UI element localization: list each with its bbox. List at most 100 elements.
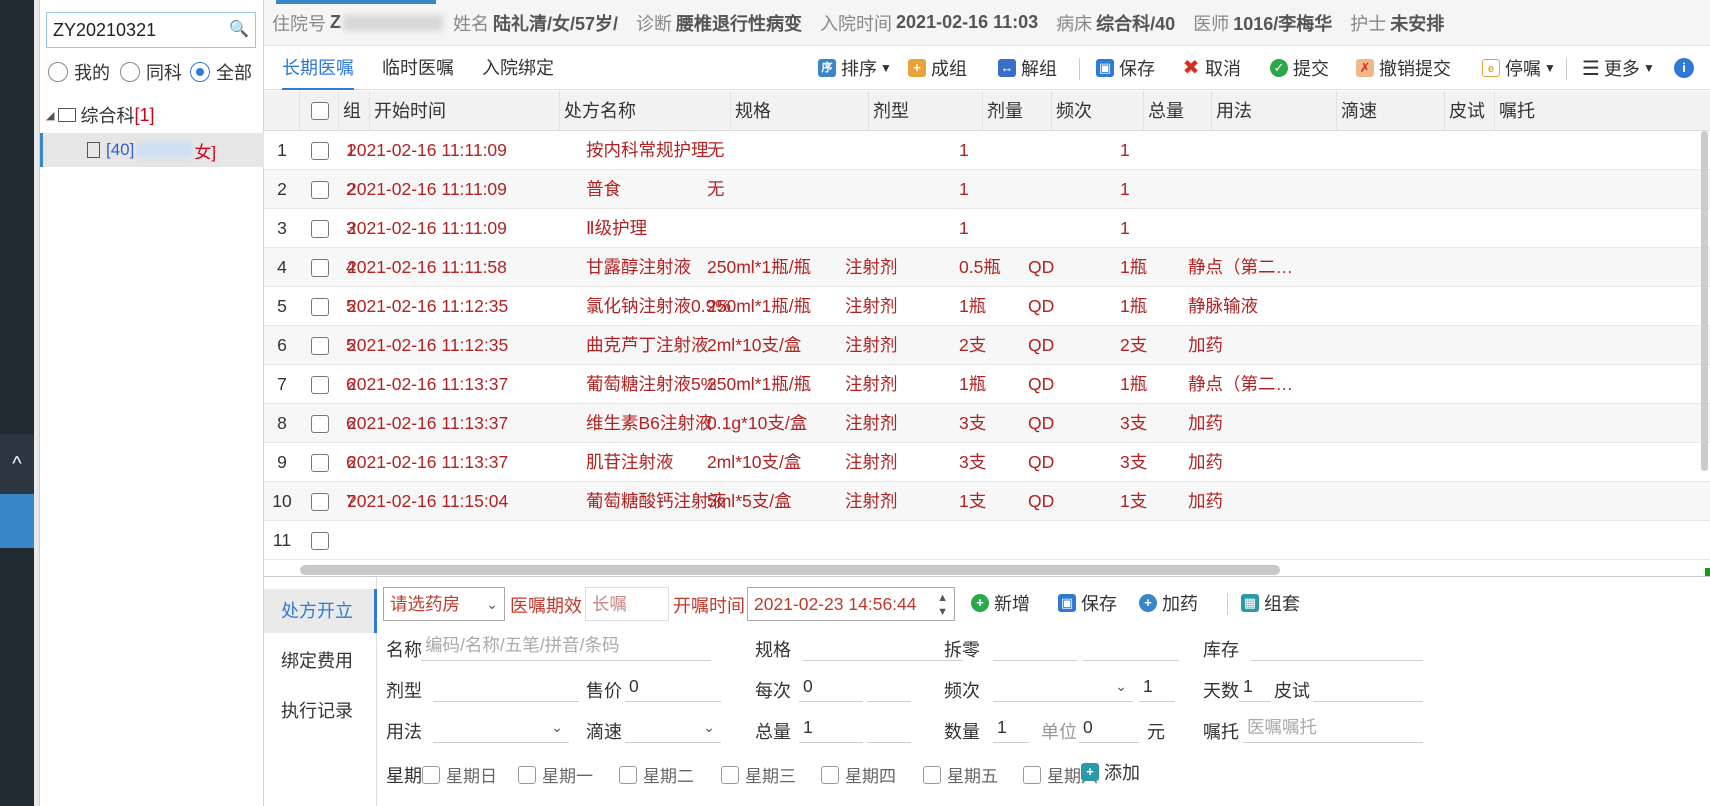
form-type-input[interactable]	[433, 670, 579, 702]
table-row[interactable]: 4 4 2021-02-16 11:11:58 甘露醇注射液 250ml*1瓶/瓶 注射剂…	[264, 248, 1710, 287]
header-drip[interactable]: 滴速	[1337, 91, 1445, 131]
add-drug-button[interactable]: + 加药	[1139, 589, 1198, 617]
row-checkbox[interactable]	[311, 220, 329, 238]
row-checkbox[interactable]	[311, 298, 329, 316]
nav-prescribe[interactable]: 处方开立	[264, 589, 377, 633]
usage-select[interactable]: ⌄	[433, 711, 569, 743]
collapse-icon[interactable]: ^	[0, 434, 34, 494]
order-set-button[interactable]: ▦ 组套	[1241, 589, 1300, 617]
weekday-checkbox[interactable]: 星期三	[721, 762, 796, 787]
table-row[interactable]: 5 5 2021-02-16 11:12:35 氯化钠注射液0.9% 250ml*1瓶/…	[264, 287, 1710, 326]
table-row[interactable]: 6 5 2021-02-16 11:12:35 曲克芦丁注射液 2ml*10支/盒 注射剂…	[264, 326, 1710, 365]
checkbox-box[interactable]	[1023, 765, 1041, 784]
weekday-checkbox[interactable]: 星期日	[422, 762, 497, 787]
row-checkbox[interactable]	[311, 181, 329, 199]
radio-all[interactable]: 全部	[190, 60, 252, 84]
open-time-input[interactable]: 2021-02-23 14:56:44 ▲ ▼	[747, 587, 955, 621]
patient-search-input[interactable]: ZY20210321 🔍	[46, 12, 256, 48]
header-usage[interactable]: 用法	[1212, 91, 1337, 131]
tree-node-dept[interactable]: ◢ 综合科 [1]	[46, 102, 154, 128]
entrust-input[interactable]: 医嘱嘱托	[1243, 711, 1423, 743]
validity-input[interactable]: 长嘱	[585, 587, 669, 621]
row-checkbox[interactable]	[311, 376, 329, 394]
radio-circle-checked[interactable]	[190, 62, 210, 82]
info-button[interactable]: i	[1674, 54, 1699, 82]
radio-circle[interactable]	[120, 62, 140, 82]
header-dose[interactable]: 剂量	[983, 91, 1052, 131]
spinner-icon[interactable]: ▲ ▼	[937, 591, 948, 619]
nav-bind-fee[interactable]: 绑定费用	[264, 639, 377, 683]
row-checkbox[interactable]	[311, 415, 329, 433]
undo-submit-button[interactable]: ✗ 撤销提交	[1356, 54, 1451, 82]
tree-node-patient[interactable]: [40] 女]	[40, 133, 264, 167]
weekday-checkbox[interactable]: 星期二	[619, 762, 694, 787]
freq-count-input[interactable]: 1	[1139, 670, 1175, 702]
weekday-checkbox[interactable]: 星期一	[518, 762, 593, 787]
tab-admission-binding[interactable]: 入院绑定	[482, 46, 554, 90]
header-form[interactable]: 剂型	[869, 91, 983, 131]
search-icon[interactable]: 🔍	[229, 13, 249, 47]
submit-button[interactable]: ✓ 提交	[1270, 54, 1329, 82]
header-group[interactable]: 组	[338, 91, 370, 131]
qty-input[interactable]: 1	[993, 711, 1029, 743]
weekday-checkbox[interactable]: 星期五	[923, 762, 998, 787]
nav-exec-record[interactable]: 执行记录	[264, 689, 377, 733]
more-button[interactable]: ☰ 更多 ▼	[1582, 54, 1655, 82]
each-input[interactable]: 0	[799, 670, 863, 702]
stop-order-button[interactable]: e 停嘱 ▼	[1482, 54, 1556, 82]
row-checkbox[interactable]	[311, 142, 329, 160]
checkbox-box[interactable]	[721, 765, 739, 784]
table-row[interactable]: 11	[264, 521, 1710, 560]
stock-input[interactable]	[1251, 629, 1423, 661]
row-checkbox[interactable]	[311, 532, 329, 550]
form-save-button[interactable]: ▣ 保存	[1058, 589, 1117, 617]
header-skin-test[interactable]: 皮试	[1445, 91, 1495, 131]
checkbox-box[interactable]	[518, 765, 536, 784]
checkbox-box[interactable]	[821, 765, 839, 784]
radio-circle[interactable]	[48, 62, 68, 82]
total-input[interactable]: 1	[799, 711, 863, 743]
unit-input[interactable]: 0	[1079, 711, 1139, 743]
checkbox-box[interactable]	[619, 765, 637, 784]
row-checkbox[interactable]	[311, 454, 329, 472]
price-input[interactable]: 0	[625, 670, 721, 702]
header-entrust[interactable]: 嘱托	[1495, 91, 1615, 131]
tab-long-term-orders[interactable]: 长期医嘱	[282, 46, 354, 90]
header-spec[interactable]: 规格	[731, 91, 869, 131]
freq-select[interactable]: ⌄	[993, 670, 1133, 702]
pharmacy-select[interactable]: 请选药房 ⌄	[383, 587, 505, 621]
table-row[interactable]: 8 6 2021-02-16 11:13:37 维生素B6注射液 0.1g*10支/盒注…	[264, 404, 1710, 443]
cancel-button[interactable]: ✖ 取消	[1182, 54, 1241, 82]
table-row[interactable]: 10 7 2021-02-16 11:15:04 葡萄糖酸钙注射液 5ml*5支/盒 注射…	[264, 482, 1710, 521]
ungroup-button[interactable]: ↔ 解组	[998, 54, 1057, 82]
vertical-scrollbar[interactable]	[1701, 131, 1708, 471]
sort-button[interactable]: 序排序 ▼	[818, 54, 892, 82]
tab-temporary-orders[interactable]: 临时医嘱	[382, 46, 454, 90]
radio-dept[interactable]: 同科	[120, 60, 182, 84]
horizontal-scrollbar[interactable]	[300, 565, 1280, 575]
each-unit-input[interactable]	[867, 670, 911, 702]
checkbox-box[interactable]	[923, 765, 941, 784]
header-total[interactable]: 总量	[1144, 91, 1212, 131]
weekday-checkbox[interactable]: 星期四	[821, 762, 896, 787]
sidebar-active-item[interactable]	[0, 494, 34, 548]
new-button[interactable]: + 新增	[971, 589, 1030, 617]
table-row[interactable]: 1 1 2021-02-16 11:11:09 按内科常规护理无 1 1	[264, 131, 1710, 170]
total-unit-input[interactable]	[867, 711, 911, 743]
skin-test-input[interactable]	[1313, 670, 1423, 702]
row-checkbox[interactable]	[311, 493, 329, 511]
table-row[interactable]: 3 3 2021-02-16 11:11:09 Ⅱ级护理 1 1	[264, 209, 1710, 248]
table-row[interactable]: 2 2 2021-02-16 11:11:09 普食无 1 1	[264, 170, 1710, 209]
row-checkbox[interactable]	[311, 259, 329, 277]
spec-input[interactable]	[803, 629, 963, 661]
group-button[interactable]: + 成组	[908, 54, 967, 82]
table-row[interactable]: 9 6 2021-02-16 11:13:37 肌苷注射液 2ml*10支/盒 注射剂 3支…	[264, 443, 1710, 482]
header-start-time[interactable]: 开始时间	[370, 91, 560, 131]
split-input-2[interactable]	[1083, 629, 1179, 661]
days-input[interactable]: 1	[1239, 670, 1271, 702]
table-row[interactable]: 7 6 2021-02-16 11:13:37 葡萄糖注射液5% 250ml*1瓶/瓶注…	[264, 365, 1710, 404]
drip-select[interactable]: ⌄	[625, 711, 721, 743]
row-checkbox[interactable]	[311, 337, 329, 355]
add-button[interactable]: + 添加	[1081, 758, 1140, 786]
save-button[interactable]: ▣ 保存	[1096, 54, 1155, 82]
